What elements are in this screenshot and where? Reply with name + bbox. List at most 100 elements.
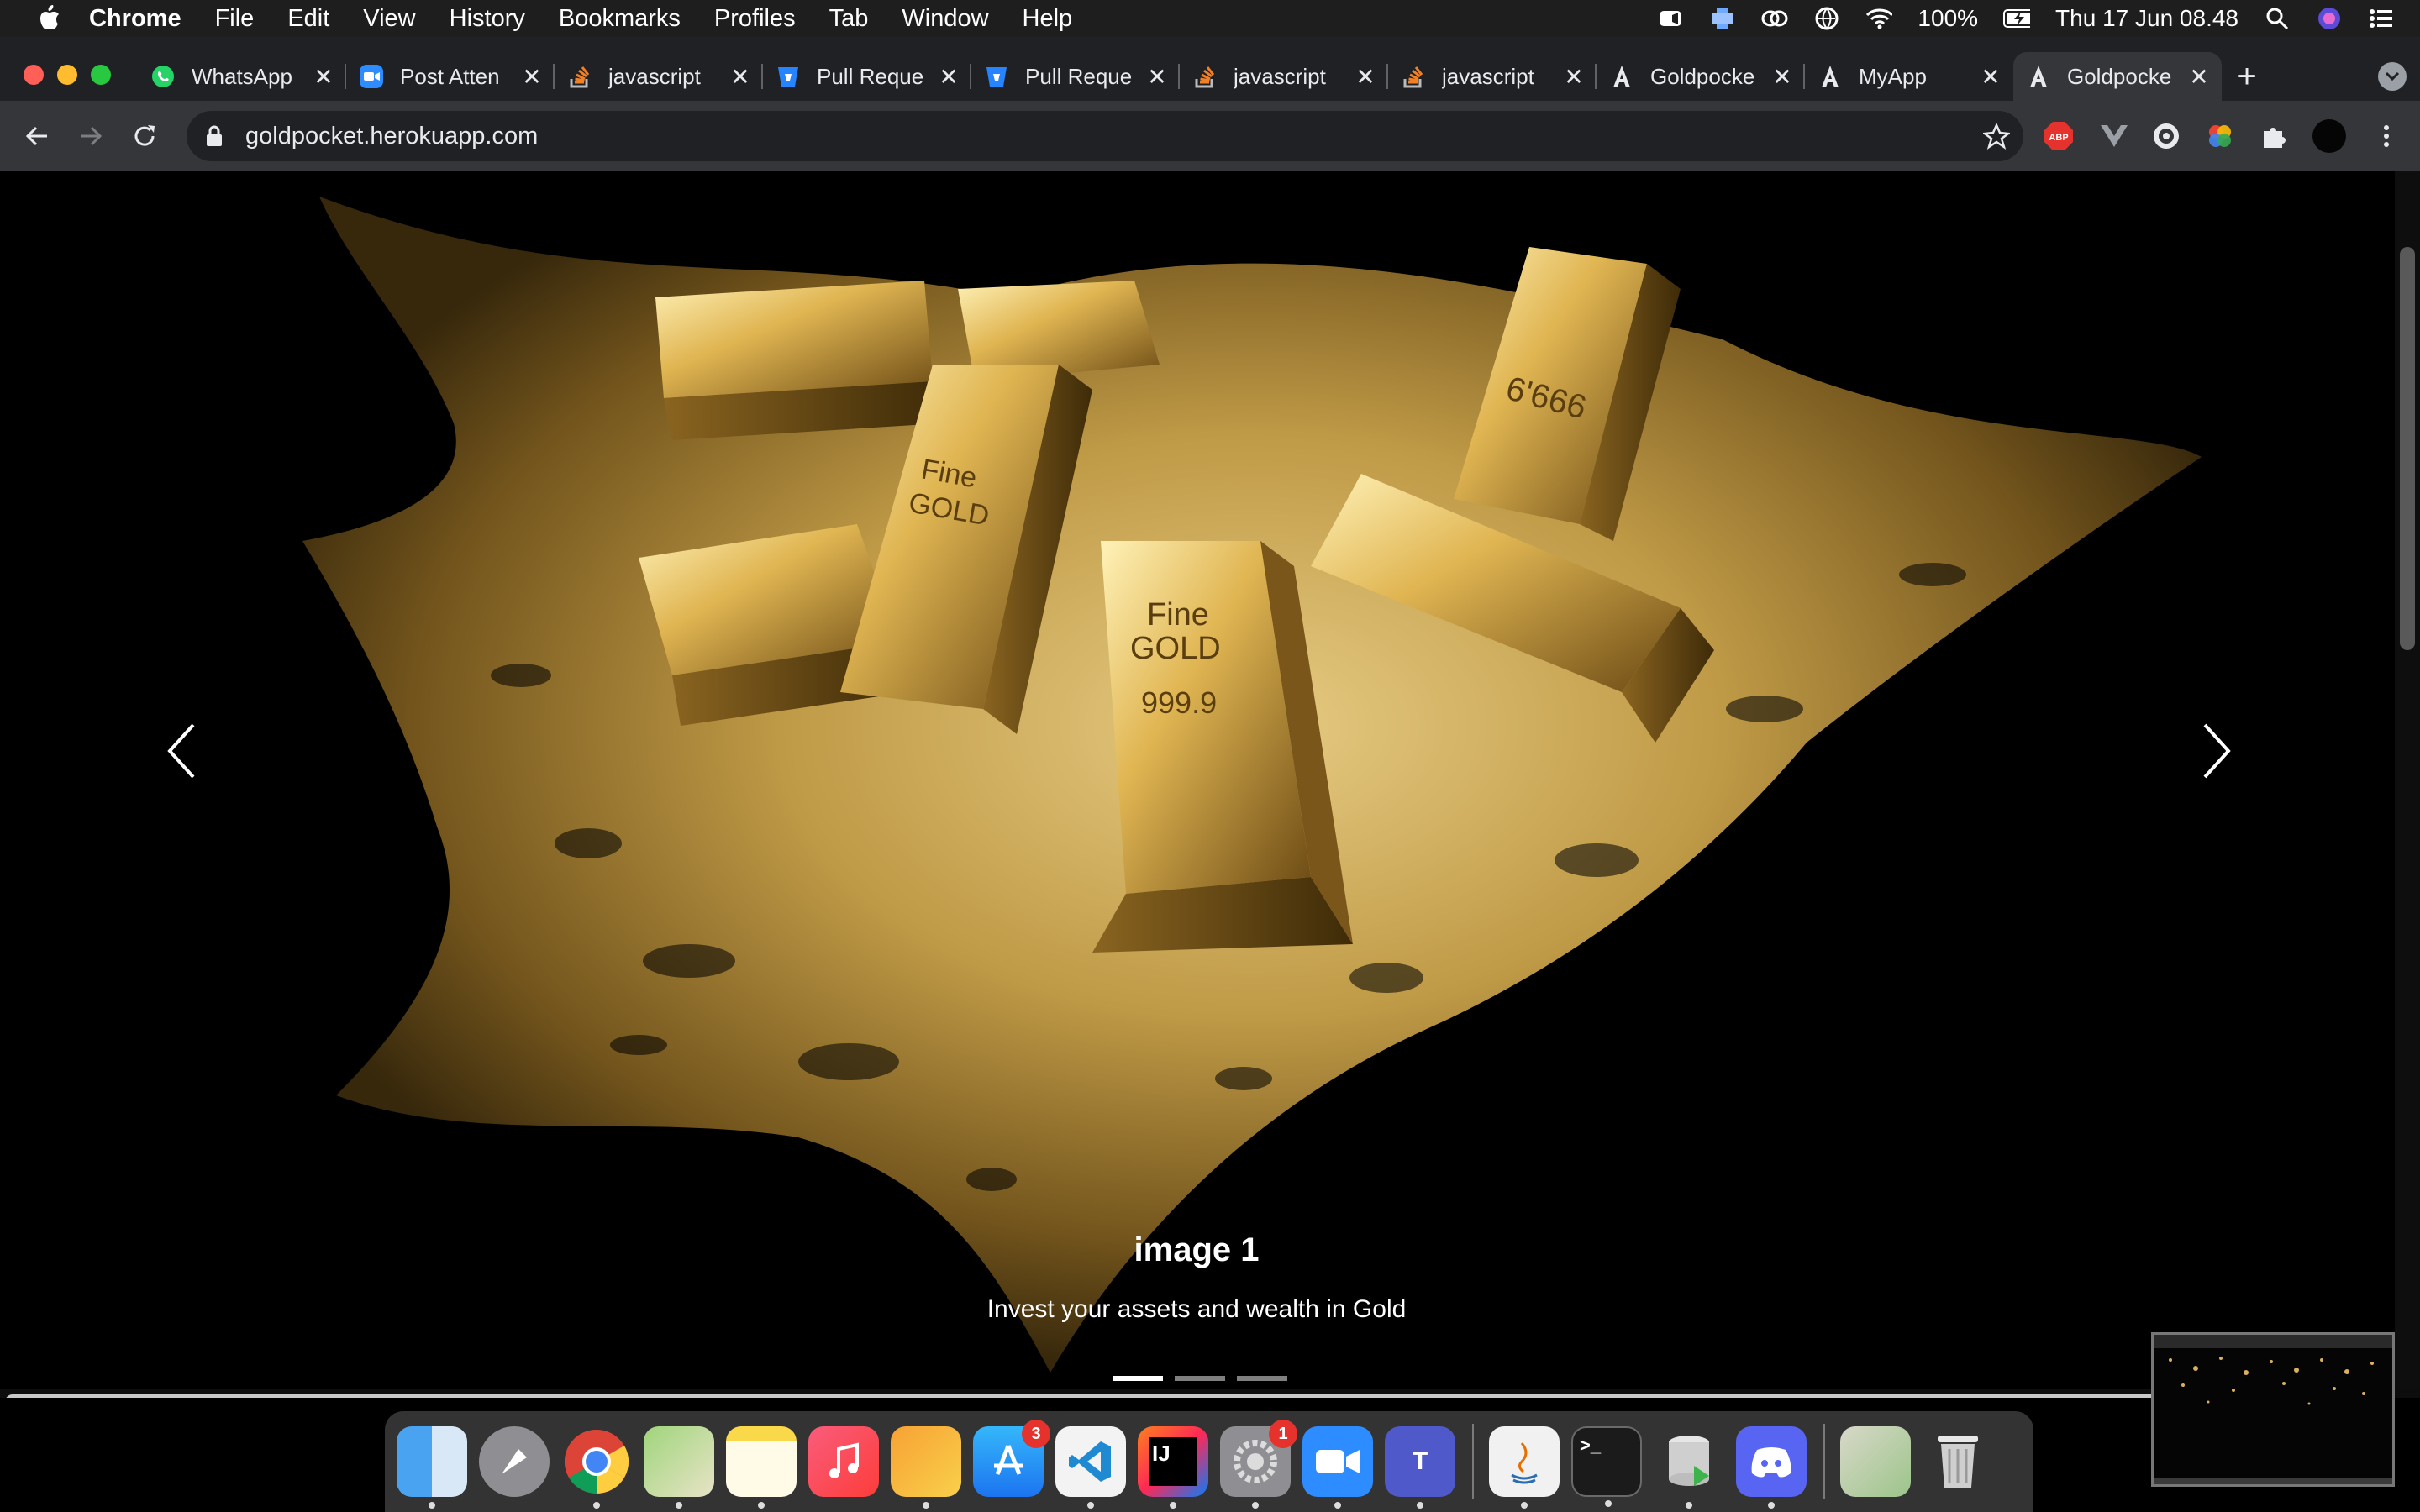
notes-icon[interactable] [726, 1426, 797, 1509]
menu-window[interactable]: Window [902, 5, 988, 33]
carousel-slide-image: 6'666 Fine GOLD Fine GOLD 999.9 [0, 171, 2420, 1398]
angular-icon [1817, 63, 1844, 90]
color-picker-extension-icon[interactable] [2202, 118, 2238, 155]
battery-charging-icon[interactable] [2003, 7, 2031, 30]
tab-close-icon[interactable]: ✕ [728, 64, 753, 90]
extension-globe-icon[interactable] [2148, 118, 2185, 155]
screenshot-thumbnail-image [2154, 1335, 2392, 1484]
tab-search-button[interactable] [2378, 62, 2407, 91]
chrome-icon[interactable] [561, 1426, 632, 1509]
vertical-scrollbar-thumb[interactable] [2400, 247, 2415, 650]
trash-icon[interactable] [1923, 1426, 1993, 1497]
running-indicator [1686, 1502, 1692, 1509]
tab-close-icon[interactable]: ✕ [1978, 64, 2003, 90]
tab-title: Goldpocke [1650, 63, 1755, 89]
carousel-indicator-1[interactable] [1113, 1376, 1163, 1381]
tab-post-attendance[interactable]: Post Atten ✕ [346, 52, 555, 101]
tab-close-icon[interactable]: ✕ [519, 64, 544, 90]
screenshot-thumbnail-preview[interactable] [2151, 1332, 2395, 1487]
vue-devtools-icon[interactable] [2096, 118, 2133, 155]
menu-view[interactable]: View [363, 5, 415, 33]
teams-status-icon[interactable] [1709, 7, 1736, 30]
tab-close-icon[interactable]: ✕ [1770, 64, 1795, 90]
forward-arrow-icon[interactable] [71, 116, 111, 156]
address-bar[interactable]: goldpocket.herokuapp.com [187, 111, 2023, 161]
tab-goldpocket-1[interactable]: Goldpocke ✕ [1597, 52, 1805, 101]
terminal-prompt-label: >_ [1580, 1435, 1602, 1456]
downloads-stack-icon[interactable] [1840, 1426, 1911, 1497]
vscode-icon[interactable] [1055, 1426, 1126, 1509]
siri-icon[interactable] [2316, 7, 2343, 30]
reload-icon[interactable] [124, 116, 165, 156]
teams-icon[interactable]: T [1385, 1426, 1455, 1509]
menu-tab[interactable]: Tab [829, 5, 869, 33]
terminal-icon[interactable]: >_ [1571, 1426, 1642, 1507]
profile-avatar[interactable] [2311, 118, 2348, 155]
teams-logo-label: T [1412, 1447, 1428, 1475]
chrome-menu-icon[interactable] [2368, 118, 2405, 155]
bar-engraving: 999.9 [1141, 685, 1217, 720]
window-minimize-button[interactable] [57, 65, 77, 85]
tab-javascript-3[interactable]: javascript ✕ [1388, 52, 1597, 101]
menu-edit[interactable]: Edit [287, 5, 329, 33]
tab-close-icon[interactable]: ✕ [1561, 64, 1586, 90]
lock-icon[interactable] [202, 123, 227, 149]
sequel-database-icon[interactable] [1654, 1426, 1724, 1509]
menu-file[interactable]: File [215, 5, 255, 33]
carousel-prev-chevron-icon[interactable] [148, 717, 215, 785]
menu-profiles[interactable]: Profiles [714, 5, 796, 33]
control-center-icon[interactable] [2368, 7, 2395, 30]
spotlight-search-icon[interactable] [2264, 7, 2291, 30]
vertical-scrollbar[interactable] [2395, 171, 2420, 1398]
browser-toolbar: goldpocket.herokuapp.com ABP [0, 101, 2420, 171]
java-icon[interactable] [1489, 1426, 1560, 1509]
tab-whatsapp[interactable]: WhatsApp ✕ [138, 52, 346, 101]
url-text[interactable]: goldpocket.herokuapp.com [245, 123, 538, 150]
zoom-app-icon[interactable] [1302, 1426, 1373, 1509]
tab-javascript-1[interactable]: javascript ✕ [555, 52, 763, 101]
carousel-indicator-2[interactable] [1175, 1376, 1225, 1381]
vpn-globe-icon[interactable] [1813, 7, 1840, 30]
launchpad-icon[interactable] [479, 1426, 550, 1497]
horizontal-scrollbar[interactable] [0, 1389, 2420, 1398]
intellij-icon[interactable]: IJ [1138, 1426, 1208, 1509]
app-store-icon[interactable]: 3 [973, 1420, 1050, 1497]
tab-close-icon[interactable]: ✕ [1144, 64, 1170, 90]
finder-icon[interactable] [397, 1426, 467, 1509]
discord-icon[interactable] [1736, 1426, 1807, 1509]
adblock-plus-icon[interactable]: ABP [2040, 118, 2077, 155]
tab-close-icon[interactable]: ✕ [936, 64, 961, 90]
apple-menu-icon[interactable] [30, 0, 67, 37]
tab-pull-request-1[interactable]: Pull Reque ✕ [763, 52, 971, 101]
music-icon[interactable] [808, 1426, 879, 1497]
tab-close-icon[interactable]: ✕ [2186, 64, 2212, 90]
running-indicator [1087, 1502, 1094, 1509]
system-preferences-icon[interactable]: 1 [1220, 1420, 1297, 1509]
menu-help[interactable]: Help [1023, 5, 1073, 33]
new-tab-button[interactable]: + [2222, 52, 2272, 101]
back-arrow-icon[interactable] [17, 116, 57, 156]
tab-javascript-2[interactable]: javascript ✕ [1180, 52, 1388, 101]
window-zoom-button[interactable] [91, 65, 111, 85]
carousel-indicator-3[interactable] [1237, 1376, 1287, 1381]
tab-close-icon[interactable]: ✕ [311, 64, 336, 90]
menu-bookmarks[interactable]: Bookmarks [559, 5, 681, 33]
extensions-puzzle-icon[interactable] [2255, 118, 2292, 155]
carousel-next-chevron-icon[interactable] [2183, 717, 2250, 785]
horizontal-scrollbar-thumb[interactable] [5, 1394, 2383, 1398]
menu-history[interactable]: History [450, 5, 525, 33]
maps-icon[interactable] [644, 1426, 714, 1509]
creative-cloud-icon[interactable] [1761, 7, 1788, 30]
pages-icon[interactable] [891, 1426, 961, 1509]
tab-title: Post Atten [400, 63, 500, 89]
bookmark-star-icon[interactable] [1981, 121, 2012, 151]
tab-myapp[interactable]: MyApp ✕ [1805, 52, 2013, 101]
menubar-clock[interactable]: Thu 17 Jun 08.48 [2055, 5, 2238, 32]
tab-pull-request-2[interactable]: Pull Reque ✕ [971, 52, 1180, 101]
zoom-status-icon[interactable] [1657, 7, 1684, 30]
window-close-button[interactable] [24, 65, 44, 85]
tab-goldpocket-active[interactable]: Goldpocke ✕ [2013, 52, 2222, 101]
menu-app-name[interactable]: Chrome [89, 5, 182, 33]
tab-close-icon[interactable]: ✕ [1353, 64, 1378, 90]
wifi-icon[interactable] [1865, 7, 1893, 30]
